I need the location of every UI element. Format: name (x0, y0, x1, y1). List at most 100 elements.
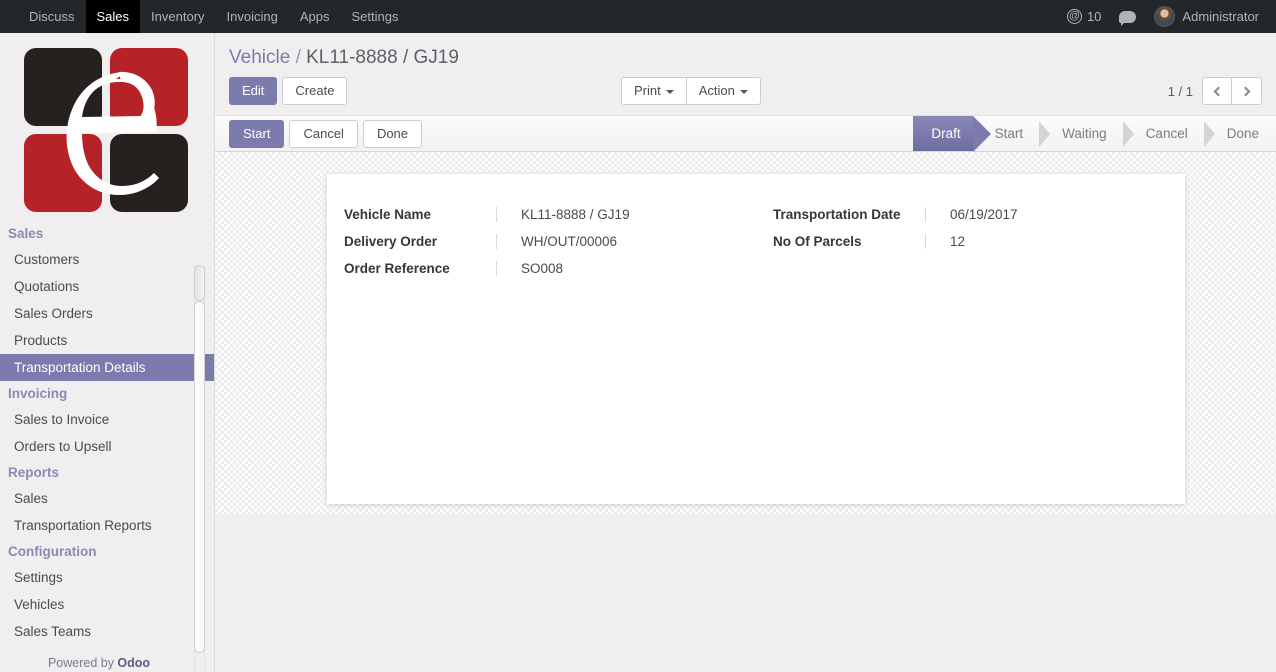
nav-item-sales[interactable]: Sales (86, 0, 141, 33)
chat-bubble-icon (1119, 11, 1136, 23)
form-grid: Vehicle Name KL11-8888 / GJ19 Delivery O… (327, 174, 1185, 288)
print-dropdown[interactable]: Print (621, 77, 687, 105)
sidebar-scrollbar-thumb-upper[interactable] (194, 265, 205, 301)
mentions-counter[interactable]: @ 10 (1058, 9, 1110, 24)
status-stage-label: Done (1227, 126, 1259, 141)
sidebar: Sales Customers Quotations Sales Orders … (0, 33, 215, 672)
status-stage-cancel[interactable]: Cancel (1124, 116, 1205, 151)
field-vehicle-name: Vehicle Name KL11-8888 / GJ19 (344, 207, 756, 222)
nav-item-label: Inventory (151, 9, 204, 24)
sidebar-item-sales-report[interactable]: Sales (0, 485, 214, 512)
sidebar-section-invoicing: Invoicing (0, 381, 214, 406)
status-stage-waiting[interactable]: Waiting (1040, 116, 1124, 151)
navbar-app-menu: Discuss Sales Inventory Invoicing Apps S… (0, 0, 409, 33)
sidebar-item-transportation-reports[interactable]: Transportation Reports (0, 512, 214, 539)
status-stage-label: Waiting (1062, 126, 1107, 141)
workflow-buttons: Start Cancel Done (229, 120, 422, 148)
nav-item-label: Settings (351, 9, 398, 24)
field-label: Delivery Order (344, 234, 496, 249)
breadcrumb: Vehicle / KL11-8888 / GJ19 (215, 33, 1276, 77)
field-transportation-date: Transportation Date 06/19/2017 (773, 207, 1185, 222)
nav-item-apps[interactable]: Apps (289, 0, 341, 33)
nav-item-invoicing[interactable]: Invoicing (216, 0, 289, 33)
sidebar-item-quotations[interactable]: Quotations (0, 273, 214, 300)
company-logo (0, 33, 214, 229)
chevron-down-icon (666, 90, 674, 94)
field-label: Order Reference (344, 261, 496, 276)
field-delivery-order: Delivery Order WH/OUT/00006 (344, 234, 756, 249)
status-stage-label: Cancel (1146, 126, 1188, 141)
chevron-down-icon (740, 90, 748, 94)
field-no-of-parcels: No Of Parcels 12 (773, 234, 1185, 249)
status-stage-start[interactable]: Start (973, 116, 1041, 151)
powered-by-text: Powered by (48, 656, 117, 670)
edit-button[interactable]: Edit (229, 77, 277, 105)
sidebar-item-orders-to-upsell[interactable]: Orders to Upsell (0, 433, 214, 460)
field-value[interactable]: 12 (926, 234, 965, 249)
field-label: Vehicle Name (344, 207, 496, 222)
done-button[interactable]: Done (363, 120, 422, 148)
user-name: Administrator (1182, 9, 1259, 24)
status-stage-draft[interactable]: Draft (913, 116, 972, 151)
sidebar-section-sales: Sales (0, 221, 214, 246)
nav-item-label: Apps (300, 9, 330, 24)
control-panel-buttons-row: Edit Create Print Action 1 / 1 (215, 77, 1276, 115)
sidebar-section-reports: Reports (0, 460, 214, 485)
logo-e-glyph (22, 46, 192, 216)
action-dropdown[interactable]: Action (686, 77, 761, 105)
field-label: Transportation Date (773, 207, 925, 222)
status-stage-label: Draft (931, 126, 960, 141)
field-value[interactable]: SO008 (497, 261, 563, 276)
control-panel-dropdowns: Print Action (621, 77, 761, 105)
sidebar-item-vehicles[interactable]: Vehicles (0, 591, 214, 618)
sidebar-scrollbar-thumb[interactable] (194, 301, 205, 653)
field-value[interactable]: 06/19/2017 (926, 207, 1018, 222)
create-button[interactable]: Create (282, 77, 347, 105)
sidebar-item-transportation-details[interactable]: Transportation Details (0, 354, 214, 381)
control-panel: Vehicle / KL11-8888 / GJ19 Edit Create P… (215, 33, 1276, 115)
breadcrumb-root-link[interactable]: Vehicle (229, 47, 290, 68)
status-stage-done[interactable]: Done (1205, 116, 1276, 151)
status-flow: Draft Start Waiting Cancel Done (907, 116, 1276, 151)
sidebar-menu: Sales Customers Quotations Sales Orders … (0, 221, 214, 645)
chevron-right-icon (1240, 86, 1250, 96)
nav-item-label: Sales (97, 9, 130, 24)
sidebar-item-sales-teams[interactable]: Sales Teams (0, 618, 214, 645)
sidebar-item-settings[interactable]: Settings (0, 564, 214, 591)
main-area: Vehicle / KL11-8888 / GJ19 Edit Create P… (215, 33, 1276, 672)
form-column-left: Vehicle Name KL11-8888 / GJ19 Delivery O… (327, 207, 756, 288)
pager-next-button[interactable] (1232, 77, 1262, 105)
form-sheet: Vehicle Name KL11-8888 / GJ19 Delivery O… (327, 174, 1185, 504)
breadcrumb-separator: / (296, 47, 301, 68)
field-value[interactable]: KL11-8888 / GJ19 (497, 207, 630, 222)
field-label: No Of Parcels (773, 234, 925, 249)
pager: 1 / 1 (1168, 77, 1262, 105)
breadcrumb-current-record: KL11-8888 / GJ19 (306, 47, 459, 68)
field-value[interactable]: WH/OUT/00006 (497, 234, 617, 249)
nav-item-inventory[interactable]: Inventory (140, 0, 215, 33)
start-button[interactable]: Start (229, 120, 284, 148)
odoo-brand: Odoo (117, 656, 150, 670)
pager-previous-button[interactable] (1202, 77, 1232, 105)
nav-item-label: Invoicing (227, 9, 278, 24)
sidebar-section-configuration: Configuration (0, 539, 214, 564)
cancel-button[interactable]: Cancel (289, 120, 357, 148)
field-order-reference: Order Reference SO008 (344, 261, 756, 276)
navbar-system-tray: @ 10 Administrator (1058, 0, 1276, 33)
sidebar-item-customers[interactable]: Customers (0, 246, 214, 273)
sidebar-item-sales-orders[interactable]: Sales Orders (0, 300, 214, 327)
status-bar: Start Cancel Done Draft Start Waiting Ca… (215, 115, 1276, 152)
sidebar-item-sales-to-invoice[interactable]: Sales to Invoice (0, 406, 214, 433)
avatar (1154, 6, 1175, 27)
user-menu[interactable]: Administrator (1145, 6, 1268, 27)
form-column-right: Transportation Date 06/19/2017 No Of Par… (756, 207, 1185, 288)
nav-item-label: Discuss (29, 9, 75, 24)
top-navbar: Discuss Sales Inventory Invoicing Apps S… (0, 0, 1276, 33)
nav-item-settings[interactable]: Settings (340, 0, 409, 33)
nav-item-discuss[interactable]: Discuss (18, 0, 86, 33)
action-label: Action (699, 83, 735, 98)
pager-counter: 1 / 1 (1168, 84, 1193, 99)
chevron-left-icon (1214, 86, 1224, 96)
sidebar-item-products[interactable]: Products (0, 327, 214, 354)
messages-button[interactable] (1110, 11, 1145, 23)
